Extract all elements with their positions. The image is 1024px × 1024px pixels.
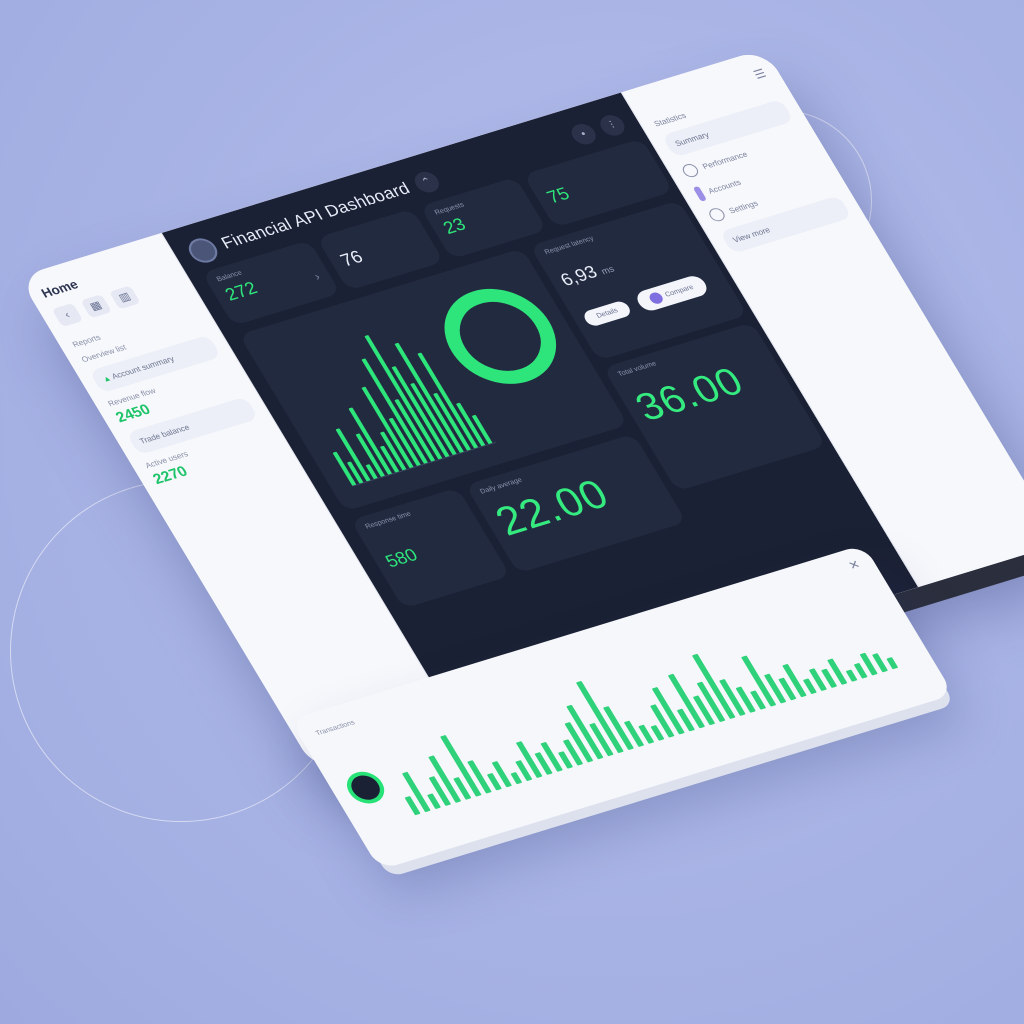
header-actions: • ⫶ — [567, 112, 629, 148]
card-label: Response time — [364, 510, 413, 531]
item-label: Settings — [727, 198, 760, 215]
card-value: 23 — [439, 214, 470, 238]
settings-icon[interactable]: • — [567, 121, 601, 148]
item-label: Accounts — [706, 177, 743, 196]
scene-background: Home ‹ ▦ ▥ Reports Overview list ▲ Accou… — [0, 0, 1024, 1024]
chart-bar — [803, 678, 817, 694]
chart-bar — [854, 663, 868, 679]
avatar[interactable] — [340, 767, 391, 808]
donut-slice — [444, 288, 557, 384]
chart-bar — [427, 793, 441, 809]
item-label: Performance — [700, 149, 750, 171]
strip-label: Transactions — [314, 719, 357, 738]
chart-icon[interactable]: ▥ — [109, 285, 141, 310]
chart-bar — [846, 669, 858, 682]
close-icon[interactable]: ✕ — [846, 557, 863, 572]
gear-icon — [706, 206, 728, 223]
card-value: 76 — [336, 246, 367, 271]
latency-unit: ms — [599, 263, 617, 277]
clock-icon — [680, 162, 701, 179]
compare-button[interactable]: Compare — [633, 273, 711, 314]
bar-indicator-icon — [692, 185, 708, 202]
share-icon[interactable]: ⌃ — [410, 169, 444, 196]
pill-label: Compare — [664, 284, 696, 299]
chart-bar — [510, 772, 522, 785]
latency-value: 6,93 — [556, 261, 601, 290]
card-label: Account summary — [109, 354, 176, 382]
toggle-dot-icon — [647, 291, 666, 306]
chart-bar — [650, 725, 665, 741]
chart-bar — [650, 704, 675, 738]
card-label: Trade balance — [137, 422, 192, 446]
big-value: 22.00 — [486, 470, 618, 545]
avatar[interactable] — [183, 235, 223, 266]
chart-bar — [467, 760, 492, 794]
card-value: 75 — [543, 183, 574, 208]
chart-bar — [782, 664, 807, 698]
details-button[interactable]: Details — [581, 299, 634, 328]
filter-icon[interactable]: ⫶ — [596, 112, 629, 139]
chart-bar — [402, 771, 431, 813]
chart-bar — [886, 657, 898, 670]
chart-bar — [589, 723, 614, 757]
back-arrow-icon[interactable]: ‹ — [51, 302, 84, 328]
grid-icon[interactable]: ▦ — [80, 294, 112, 319]
card-value: 580 — [381, 544, 422, 572]
